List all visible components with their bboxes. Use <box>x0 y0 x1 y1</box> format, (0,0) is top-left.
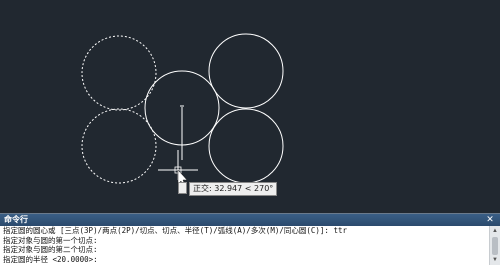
command-line-title: 命令行 <box>4 215 28 224</box>
drawing-canvas[interactable]: 正交: 32.947 < 270° <box>0 0 500 213</box>
close-icon[interactable]: ✕ <box>485 214 495 226</box>
command-history-line: 指定圆的半径 <20.0000>: <box>3 254 98 264</box>
command-history[interactable]: 指定圆的圆心或 [三点(3P)/两点(2P)/切点、切点、半径(T)/弧线(A)… <box>0 226 500 265</box>
circle-top-right[interactable] <box>208 33 284 109</box>
scroll-down-icon[interactable]: ▼ <box>491 256 499 264</box>
dashed-circle-bottom-left <box>81 108 157 184</box>
command-scrollbar[interactable]: ▲ ▼ <box>489 226 500 265</box>
command-line-panel: 命令行 ✕ 指定圆的圆心或 [三点(3P)/两点(2P)/切点、切点、半径(T)… <box>0 213 500 265</box>
command-history-line: 指定圆的圆心或 [三点(3P)/两点(2P)/切点、切点、半径(T)/弧线(A)… <box>3 226 348 235</box>
scroll-thumb[interactable] <box>492 237 498 255</box>
polar-tracking-tooltip: 正交: 32.947 < 270° <box>189 182 278 196</box>
command-history-line: 指定对象与圆的第一个切点: <box>3 235 98 245</box>
scroll-up-icon[interactable]: ▲ <box>491 227 499 235</box>
circle-bottom-right[interactable] <box>208 108 284 184</box>
tooltip-icon <box>178 182 187 194</box>
dashed-circle-top-left <box>81 35 157 111</box>
command-line-header: 命令行 ✕ <box>0 214 500 226</box>
command-history-line: 指定对象与圆的第二个切点: <box>3 245 98 254</box>
